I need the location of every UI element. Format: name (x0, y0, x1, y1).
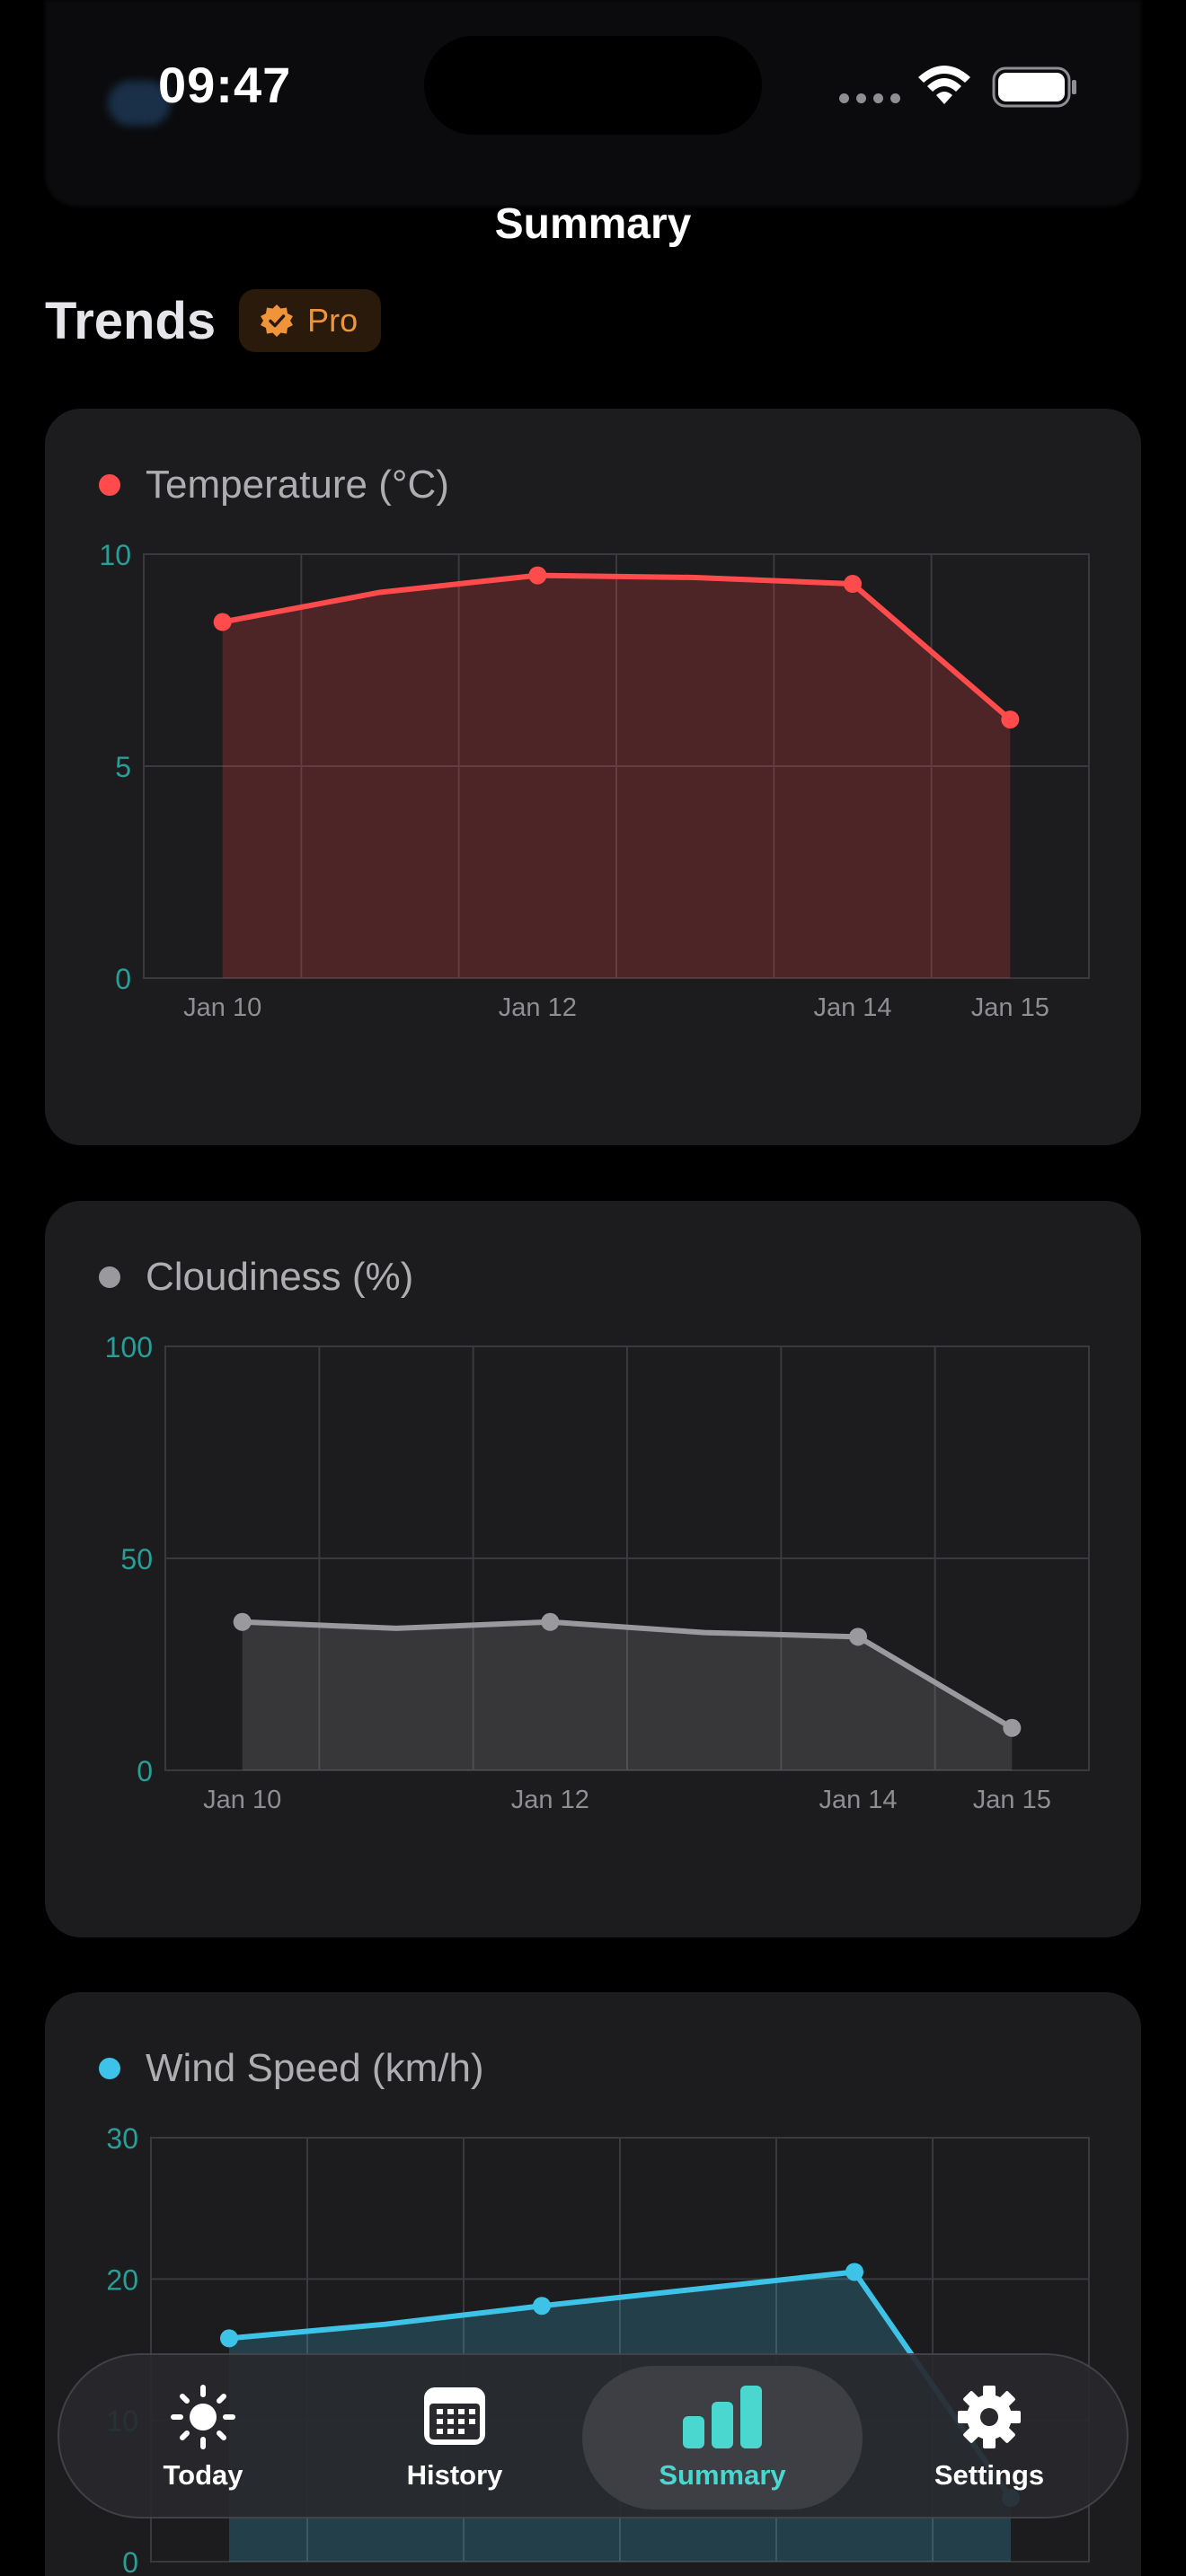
pro-badge-label: Pro (307, 302, 358, 339)
x-tick-label: Jan 10 (183, 993, 261, 1022)
tab-bar: Today History Summary Settings (58, 2353, 1128, 2519)
y-tick-label: 5 (115, 751, 131, 783)
x-tick-label: Jan 14 (819, 1786, 897, 1814)
tab-label: Today (163, 2459, 243, 2491)
y-tick-label: 0 (122, 2546, 138, 2576)
series-area (222, 575, 1011, 978)
sun-icon (171, 2385, 235, 2449)
data-point (849, 1628, 867, 1646)
section-title: Trends (45, 291, 217, 350)
verified-badge-icon (261, 304, 294, 337)
data-point (1003, 1718, 1022, 1737)
cloudiness-chart-card: Cloudiness (%) 0 50 100 Jan 10 Jan 12 Jan 14 J… (45, 1201, 1141, 1937)
x-tick-label: Jan 12 (499, 993, 577, 1022)
data-point (213, 613, 232, 631)
data-point (844, 575, 862, 594)
y-tick-label: 0 (115, 963, 131, 995)
temperature-chart: 0 5 10 Jan 10 Jan 12 Jan 14 Jan 15 (99, 539, 1090, 1022)
x-tick-label: Jan 10 (203, 1786, 281, 1814)
series-area (242, 1621, 1013, 1770)
y-tick-label: 50 (120, 1543, 153, 1575)
tab-settings[interactable]: Settings (904, 2366, 1075, 2510)
data-point (541, 1612, 560, 1631)
tab-history[interactable]: History (374, 2366, 535, 2510)
signal-dots-icon (839, 93, 900, 103)
tab-label: Summary (659, 2459, 786, 2491)
tab-summary[interactable]: Summary (582, 2366, 863, 2510)
gear-icon (958, 2386, 1021, 2448)
y-tick-label: 10 (99, 539, 131, 571)
data-point (1001, 710, 1020, 729)
battery-icon (992, 66, 1076, 108)
cloudiness-chart: 0 50 100 Jan 10 Jan 12 Jan 14 Jan 15 (105, 1331, 1090, 1814)
wifi-icon (918, 66, 970, 104)
data-point (528, 566, 547, 585)
tab-today[interactable]: Today (122, 2366, 284, 2510)
tab-label: Settings (934, 2459, 1045, 2491)
dynamic-island (424, 36, 762, 135)
x-tick-label: Jan 14 (813, 993, 891, 1022)
calendar-icon (424, 2387, 485, 2445)
y-tick-label: 0 (137, 1755, 153, 1787)
x-tick-label: Jan 15 (973, 1786, 1051, 1814)
tab-label: History (406, 2459, 503, 2491)
data-point (533, 2297, 551, 2316)
data-point (233, 1612, 252, 1631)
temperature-chart-card: Temperature (°C) 0 5 10 Jan 10 Jan 12 Jan 14 J… (45, 409, 1141, 1145)
y-tick-label: 20 (106, 2263, 138, 2296)
data-point (220, 2329, 238, 2348)
x-tick-label: Jan 12 (511, 1786, 589, 1814)
y-tick-label: 30 (106, 2122, 138, 2155)
data-point (845, 2263, 863, 2281)
trends-header: Trends Pro (45, 289, 382, 352)
y-tick-label: 100 (105, 1331, 153, 1363)
bar-chart-icon (683, 2386, 762, 2448)
page-title: Summary (494, 200, 692, 248)
pro-badge: Pro (239, 289, 382, 352)
x-tick-label: Jan 15 (971, 993, 1049, 1022)
status-time: 09:47 (158, 57, 292, 113)
status-bar: 09:47 (0, 0, 1186, 171)
